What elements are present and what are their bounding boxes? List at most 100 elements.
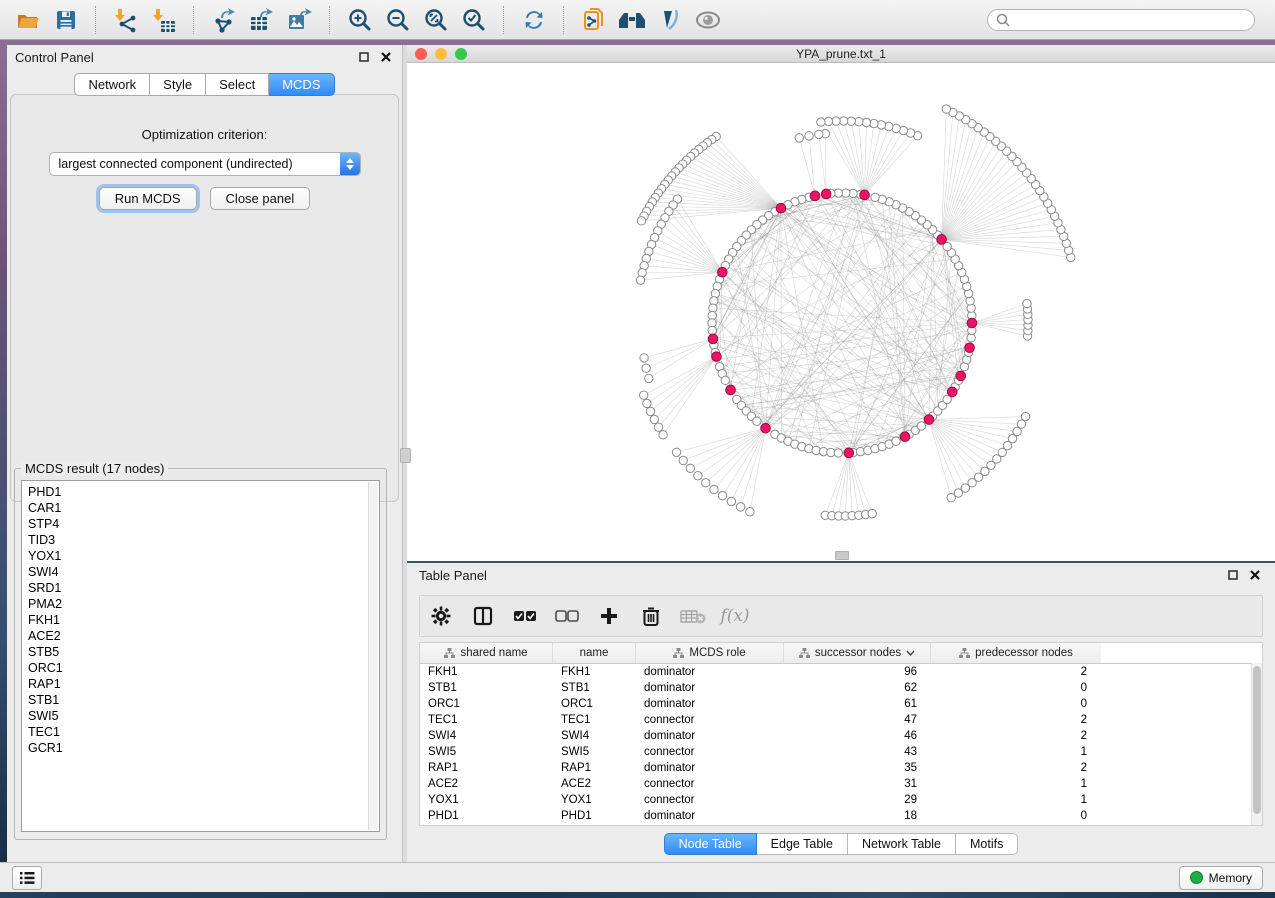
criterion-dropdown[interactable]: largest connected component (undirected) [49, 152, 361, 176]
mcds-result-node[interactable]: GCR1 [22, 740, 379, 756]
tab-node-table[interactable]: Node Table [664, 833, 757, 855]
mcds-result-node[interactable]: SWI4 [22, 564, 379, 580]
table-row[interactable]: RAP1RAP1dominator352 [420, 760, 1262, 776]
table-cell: 1 [931, 776, 1101, 792]
tab-select[interactable]: Select [206, 73, 269, 96]
mcds-result-node[interactable]: PHD1 [22, 484, 379, 500]
table-cell: PHD1 [553, 808, 636, 824]
select-all-rows-icon[interactable] [512, 603, 538, 629]
tab-edge-table[interactable]: Edge Table [757, 833, 848, 855]
table-row[interactable]: FKH1FKH1dominator962 [420, 664, 1262, 680]
birds-eye-view-icon[interactable] [692, 5, 724, 35]
mcds-result-node[interactable]: CAR1 [22, 500, 379, 516]
close-table-panel-icon[interactable] [1247, 567, 1263, 583]
tab-style[interactable]: Style [150, 73, 206, 96]
mcds-result-node[interactable]: ACE2 [22, 628, 379, 644]
clone-network-icon[interactable] [578, 5, 610, 35]
mcds-result-node[interactable]: SRD1 [22, 580, 379, 596]
mcds-result-node[interactable]: STB5 [22, 644, 379, 660]
table-cell: dominator [636, 760, 784, 776]
table-panel-title: Table Panel [419, 568, 1219, 583]
mcds-result-node[interactable]: TID3 [22, 532, 379, 548]
search-box[interactable] [987, 9, 1255, 31]
table-cell: STB1 [553, 680, 636, 696]
add-column-icon[interactable] [596, 603, 622, 629]
column-header-mcds-role[interactable]: MCDS role [636, 643, 784, 663]
close-panel-button[interactable]: Close panel [210, 187, 311, 210]
mcds-result-node[interactable]: YOX1 [22, 548, 379, 564]
export-image-icon[interactable] [284, 5, 316, 35]
table-row[interactable]: SWI5SWI5connector431 [420, 744, 1262, 760]
mcds-result-node[interactable]: FKH1 [22, 612, 379, 628]
mcds-result-node[interactable]: PMA2 [22, 596, 379, 612]
zoom-selected-icon[interactable] [458, 5, 490, 35]
mcds-result-node[interactable]: RAP1 [22, 676, 379, 692]
float-panel-icon[interactable] [356, 49, 372, 65]
delete-column-trash-icon[interactable] [638, 603, 664, 629]
table-cell: 29 [784, 792, 931, 808]
search-binoculars-icon[interactable] [616, 5, 648, 35]
table-cell: TEC1 [553, 712, 636, 728]
column-header-shared-name[interactable]: shared name [420, 643, 553, 663]
column-header-predecessor-nodes[interactable]: predecessor nodes [931, 643, 1101, 663]
table-row[interactable]: SWI4SWI4dominator462 [420, 728, 1262, 744]
mcds-list-scrollbar[interactable] [368, 482, 378, 830]
mcds-result-node[interactable]: STB1 [22, 692, 379, 708]
attribute-type-icon [959, 648, 970, 658]
hide-graphics-details-icon[interactable] [654, 5, 686, 35]
table-cell: 18 [784, 808, 931, 824]
table-row[interactable]: PHD1PHD1dominator180 [420, 808, 1262, 824]
optimization-criterion-label: Optimization criterion: [11, 127, 398, 142]
network-table-splitter-handle[interactable] [835, 551, 849, 560]
close-panel-icon[interactable] [378, 49, 394, 65]
mcds-result-node[interactable]: ORC1 [22, 660, 379, 676]
zoom-fit-icon[interactable] [420, 5, 452, 35]
tab-motifs[interactable]: Motifs [956, 833, 1018, 855]
zoom-out-icon[interactable] [382, 5, 414, 35]
export-network-icon[interactable] [208, 5, 240, 35]
table-row[interactable]: YOX1YOX1connector291 [420, 792, 1262, 808]
deselect-all-rows-icon[interactable] [554, 603, 580, 629]
criterion-dropdown-value: largest connected component (undirected) [50, 157, 340, 171]
zoom-in-icon[interactable] [344, 5, 376, 35]
mcds-result-node[interactable]: TEC1 [22, 724, 379, 740]
float-table-panel-icon[interactable] [1225, 567, 1241, 583]
table-cell: ACE2 [553, 776, 636, 792]
save-session-icon[interactable] [50, 5, 82, 35]
memory-button[interactable]: Memory [1179, 866, 1263, 890]
table-row[interactable]: TEC1TEC1connector472 [420, 712, 1262, 728]
column-header-name[interactable]: name [553, 643, 636, 663]
refresh-icon[interactable] [518, 5, 550, 35]
mcds-result-node[interactable]: SWI5 [22, 708, 379, 724]
open-file-icon[interactable] [12, 5, 44, 35]
export-table-icon[interactable] [246, 5, 278, 35]
table-row[interactable]: ACE2ACE2connector311 [420, 776, 1262, 792]
tab-mcds[interactable]: MCDS [269, 73, 334, 96]
memory-status-icon [1190, 871, 1203, 884]
table-settings-gear-icon[interactable] [428, 603, 454, 629]
import-network-icon[interactable] [110, 5, 142, 35]
mcds-result-node[interactable]: STP4 [22, 516, 379, 532]
table-cell: 2 [931, 712, 1101, 728]
toolbar-separator [503, 6, 505, 34]
table-scrollbar[interactable] [1251, 663, 1262, 825]
table-scrollbar-thumb[interactable] [1253, 666, 1261, 814]
table-cell: RAP1 [420, 760, 553, 776]
table-cell [1101, 712, 1262, 728]
show-columns-icon[interactable] [470, 603, 496, 629]
tab-network-table[interactable]: Network Table [848, 833, 956, 855]
table-row[interactable]: ORC1ORC1dominator610 [420, 696, 1262, 712]
panel-splitter-handle[interactable] [400, 448, 411, 463]
table-cell: 47 [784, 712, 931, 728]
table-row[interactable]: STB1STB1dominator620 [420, 680, 1262, 696]
network-window-titlebar[interactable]: YPA_prune.txt_1 [407, 45, 1275, 63]
network-canvas[interactable] [407, 63, 1275, 561]
show-tasks-button[interactable] [12, 866, 42, 890]
run-mcds-button[interactable]: Run MCDS [99, 187, 197, 210]
mcds-result-list[interactable]: PHD1CAR1STP4TID3YOX1SWI4SRD1PMA2FKH1ACE2… [21, 480, 380, 832]
column-header-successor-nodes[interactable]: successor nodes [784, 643, 931, 663]
tab-network[interactable]: Network [74, 73, 150, 96]
search-input[interactable] [1016, 12, 1246, 28]
control-panel-titlebar: Control Panel [7, 45, 402, 69]
import-table-icon[interactable] [148, 5, 180, 35]
